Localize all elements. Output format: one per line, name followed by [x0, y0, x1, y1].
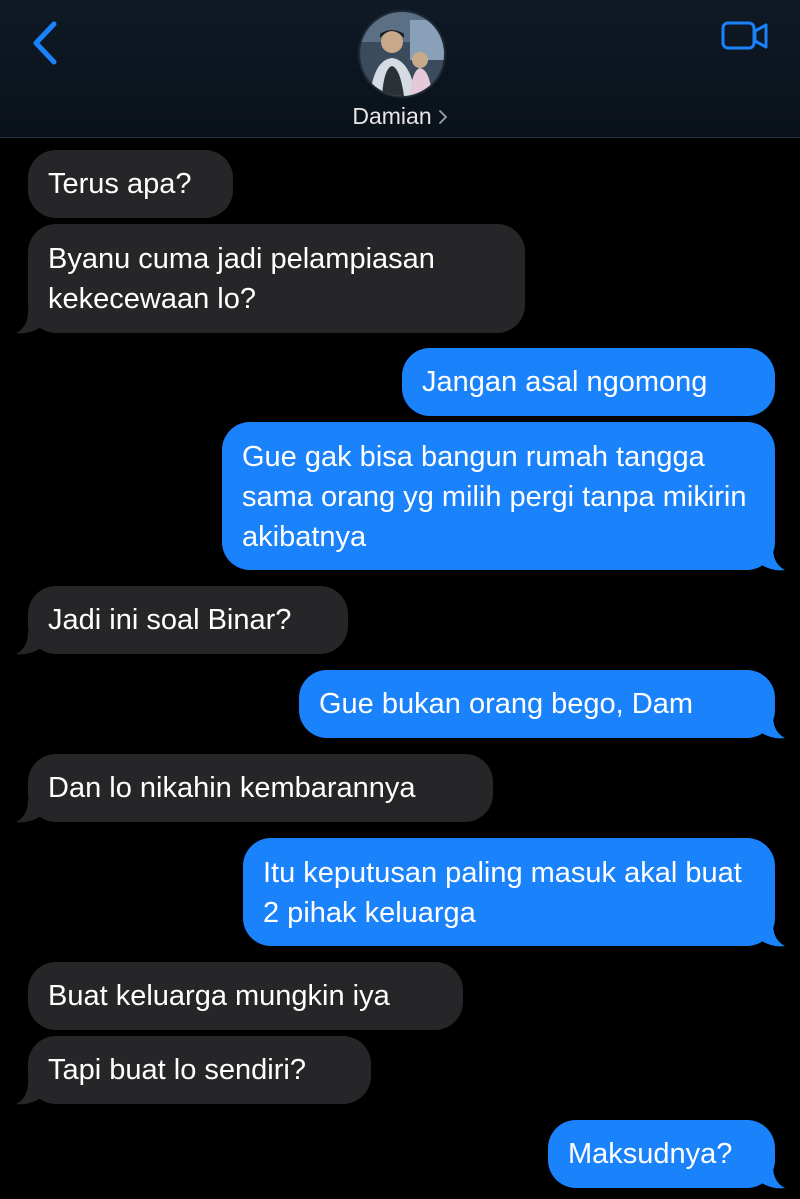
bubble-tail	[16, 311, 44, 334]
message-bubble-incoming[interactable]: Tapi buat lo sendiri?	[28, 1036, 371, 1104]
message-bubble-outgoing[interactable]: Jangan asal ngomong	[402, 348, 775, 416]
avatar-photo	[360, 12, 444, 96]
back-button[interactable]	[28, 20, 64, 66]
contact-name: Damian	[352, 103, 432, 129]
facetime-button[interactable]	[720, 19, 770, 53]
bubble-tail	[16, 632, 44, 655]
video-camera-icon	[721, 21, 768, 50]
avatar[interactable]	[358, 10, 446, 98]
chevron-left-icon	[33, 21, 57, 65]
bubble-tail	[16, 1082, 44, 1105]
bubble-tail	[757, 548, 785, 571]
message-bubble-incoming[interactable]: Dan lo nikahin kembarannya	[28, 754, 493, 822]
conversation-header: Damian	[0, 0, 800, 138]
bubble-tail	[16, 800, 44, 823]
message-bubble-outgoing[interactable]: Gue gak bisa bangun rumah tangga sama or…	[222, 422, 775, 570]
message-bubble-outgoing[interactable]: Itu keputusan paling masuk akal buat 2 p…	[243, 838, 775, 946]
message-bubble-outgoing[interactable]: Gue bukan orang bego, Dam	[299, 670, 775, 738]
contact-name-button[interactable]: Damian	[0, 103, 800, 131]
chevron-right-icon	[438, 104, 448, 131]
bubble-tail	[757, 924, 785, 947]
message-bubble-incoming[interactable]: Byanu cuma jadi pelampiasan kekecewaan l…	[28, 224, 525, 333]
bubble-tail	[757, 1166, 785, 1189]
message-bubble-incoming[interactable]: Buat keluarga mungkin iya	[28, 962, 463, 1030]
message-bubble-incoming[interactable]: Jadi ini soal Binar?	[28, 586, 348, 654]
message-bubble-outgoing[interactable]: Maksudnya?	[548, 1120, 775, 1188]
bubble-tail	[757, 716, 785, 739]
message-bubble-incoming[interactable]: Terus apa?	[28, 150, 233, 218]
